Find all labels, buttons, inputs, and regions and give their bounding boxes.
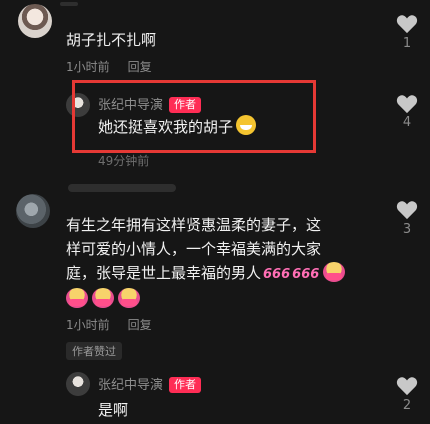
commenter-name-blurred	[60, 2, 78, 6]
author-name-row: 张纪中导演 作者	[98, 374, 202, 393]
comment-line: 庭，张导是世上最幸福的男人	[66, 264, 262, 282]
heart-icon[interactable]	[396, 94, 418, 114]
author-name[interactable]: 张纪中导演	[98, 378, 163, 393]
comment-meta: 1小时前 回复	[66, 58, 152, 75]
comment-time: 1小时前	[66, 318, 110, 332]
commenter-avatar[interactable]	[18, 4, 52, 38]
heart-icon[interactable]	[396, 14, 418, 34]
emoji-666: 666	[263, 267, 291, 282]
comment-line-with-emoji: 庭，张导是世上最幸福的男人 666 666	[66, 261, 386, 287]
comment-text: 胡子扎不扎啊	[66, 31, 157, 49]
comment-line: 样可爱的小情人，一个幸福美满的大家	[66, 240, 322, 258]
heart-icon[interactable]	[396, 376, 418, 396]
highlight-box	[72, 80, 316, 153]
author-avatar[interactable]	[66, 372, 90, 396]
emoji-row	[66, 287, 386, 311]
cheering-emoji-icon	[118, 288, 140, 308]
liked-by-author-badge: 作者赞过	[66, 342, 122, 360]
like-count: 1	[402, 36, 412, 51]
cheering-emoji-icon	[323, 262, 346, 282]
comment-text-block: 有生之年拥有这样贤惠温柔的妻子，这 样可爱的小情人，一个幸福美满的大家 庭，张导…	[66, 213, 386, 311]
reply-button[interactable]: 回复	[128, 60, 152, 74]
commenter-name-blurred	[68, 184, 176, 192]
comment-line: 有生之年拥有这样贤惠温柔的妻子，这	[66, 216, 322, 234]
like-count: 2	[402, 398, 412, 413]
cheering-emoji-icon	[92, 288, 114, 308]
reply-time: 49分钟前	[98, 154, 150, 168]
reply-button[interactable]: 回复	[128, 318, 152, 332]
comment-time: 1小时前	[66, 60, 110, 74]
heart-icon[interactable]	[396, 200, 418, 220]
emoji-666: 666	[292, 267, 320, 282]
commenter-avatar[interactable]	[16, 194, 50, 228]
like-count: 3	[402, 222, 412, 237]
reply-text: 是啊	[98, 401, 129, 419]
cheering-emoji-icon	[66, 288, 88, 308]
author-badge: 作者	[169, 377, 202, 393]
comment-meta: 1小时前 回复	[66, 316, 152, 333]
like-count: 4	[402, 115, 412, 130]
